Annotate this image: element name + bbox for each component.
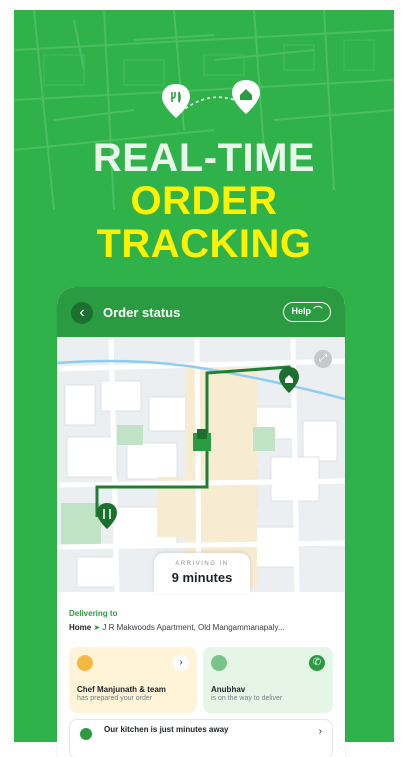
chevron-right-icon: ›: [318, 726, 322, 737]
arriving-label: ARRIVING IN: [175, 561, 229, 567]
rider-status: is on the way to deliver: [211, 695, 283, 702]
expand-map-button[interactable]: ⤢: [314, 350, 332, 368]
chef-card[interactable]: › Chef Manjunath & team has prepared you…: [69, 647, 197, 713]
headset-icon: ⌒: [313, 306, 323, 316]
call-icon[interactable]: ✆: [309, 655, 325, 671]
address-text: J R Makwoods Apartment, Old Mangammanapa…: [102, 623, 285, 632]
chevron-right-icon[interactable]: ›: [173, 655, 189, 671]
help-button[interactable]: Help ⌒: [283, 302, 331, 322]
phone-screen: ‹ Order status Help ⌒ ⤢ ARRIVING IN 9 mi…: [57, 287, 345, 757]
pins-illustration: [162, 80, 260, 118]
app-header: ‹ Order status Help ⌒: [57, 287, 345, 337]
restaurant-pin-icon: [162, 84, 190, 118]
back-button[interactable]: ‹: [71, 302, 93, 324]
kitchen-info-row[interactable]: Our kitchen is just minutes away ›: [69, 719, 333, 757]
chevron-left-icon: ‹: [79, 304, 85, 321]
arriving-value: 9 minutes: [171, 570, 233, 585]
rider-card[interactable]: ✆ Anubhav is on the way to deliver: [203, 647, 333, 713]
headline-line3: TRACKING: [96, 222, 312, 266]
page-title: Order status: [103, 305, 181, 320]
chef-status: has prepared your order: [77, 695, 153, 702]
chef-avatar-icon: [77, 655, 93, 671]
expand-icon: ⤢: [319, 353, 327, 364]
headline-line1: REAL-TIME: [92, 136, 316, 180]
kitchen-text: Our kitchen is just minutes away: [104, 725, 229, 734]
kitchen-icon: [80, 728, 92, 740]
headline-line2: ORDER: [130, 179, 278, 223]
delivery-address[interactable]: Home ➤ J R Makwoods Apartment, Old Manga…: [69, 623, 339, 632]
help-label: Help: [291, 306, 311, 316]
home-pin-icon: [232, 80, 260, 114]
arrival-card: ARRIVING IN 9 minutes: [154, 553, 250, 593]
delivering-label: Delivering to: [69, 609, 118, 618]
rider-avatar-icon: [211, 655, 227, 671]
chef-name: Chef Manjunath & team: [77, 685, 166, 694]
home-label: Home: [69, 623, 92, 632]
rider-name: Anubhav: [211, 685, 246, 694]
